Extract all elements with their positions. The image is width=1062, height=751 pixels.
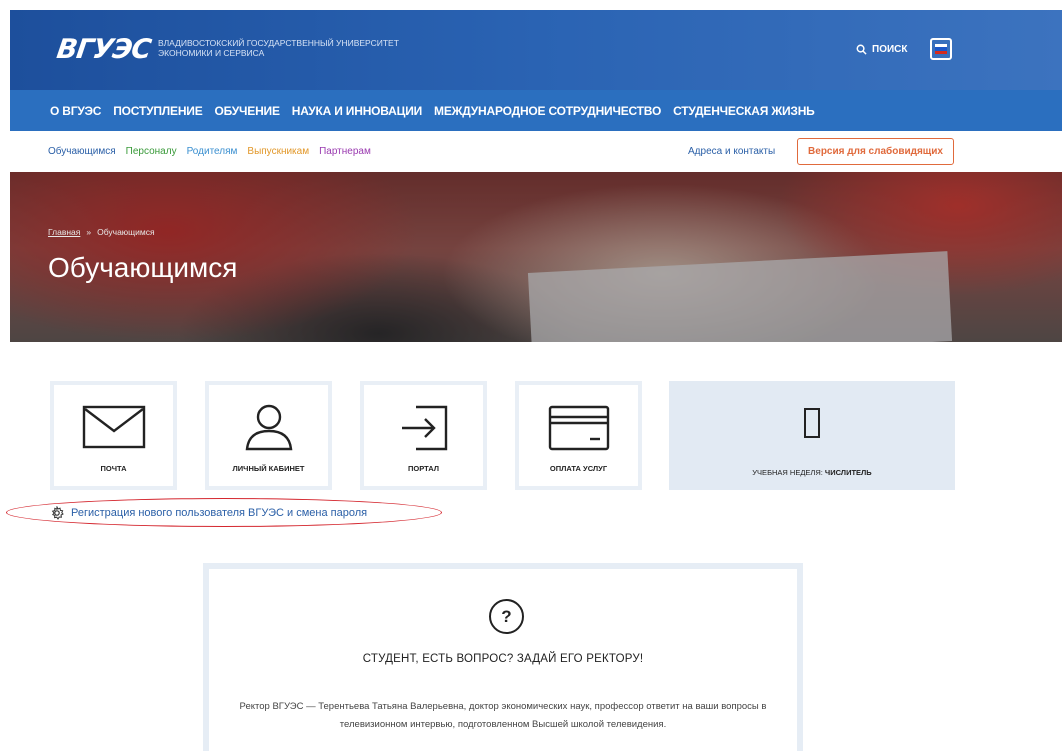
sub-link-partners[interactable]: Партнерам [319,146,371,157]
question-icon: ? [489,599,524,634]
tile-mail[interactable]: ПОЧТА [50,381,177,490]
study-week-panel: УЧЕБНАЯ НЕДЕЛЯ: ЧИСЛИТЕЛЬ [669,381,955,490]
nav-item-about[interactable]: О ВГУЭС [50,104,101,118]
tile-account-label: ЛИЧНЫЙ КАБИНЕТ [232,464,305,473]
tile-portal-label: ПОРТАЛ [407,464,439,473]
nav-item-education[interactable]: ОБУЧЕНИЕ [215,104,280,118]
registration-link-label: Регистрация нового пользователя ВГУЭС и … [71,507,368,519]
sub-link-parents[interactable]: Родителям [187,146,238,157]
low-vision-button[interactable]: Версия для слабовидящих [797,138,954,165]
login-icon [401,405,447,451]
week-indicator-icon [804,408,820,438]
main-nav: О ВГУЭС ПОСТУПЛЕНИЕ ОБУЧЕНИЕ НАУКА И ИНН… [10,90,1062,131]
logo[interactable]: ВГУЭС [55,34,153,65]
user-icon [245,404,292,451]
study-week-caption: УЧЕБНАЯ НЕДЕЛЯ: [752,468,823,477]
study-week-label: УЧЕБНАЯ НЕДЕЛЯ: ЧИСЛИТЕЛЬ [752,468,871,477]
university-name: ВЛАДИВОСТОКСКИЙ ГОСУДАРСТВЕННЫЙ УНИВЕРСИ… [158,38,399,58]
nav-item-student-life[interactable]: СТУДЕНЧЕСКАЯ ЖИЗНЬ [673,104,815,118]
mail-icon [82,405,145,449]
breadcrumb-home[interactable]: Главная [48,227,80,237]
tile-payment-label: ОПЛАТА УСЛУГ [549,464,608,473]
page-title: Обучающимся [48,252,238,283]
addresses-link[interactable]: Адреса и контакты [688,146,775,157]
breadcrumb: Главная » Обучающимся [48,227,155,237]
russian-flag-icon [935,44,947,54]
breadcrumb-separator: » [86,227,92,237]
gear-icon [51,506,64,520]
sub-link-students[interactable]: Обучающимся [48,146,116,157]
question-card: ? СТУДЕНТ, ЕСТЬ ВОПРОС? ЗАДАЙ ЕГО РЕКТОР… [203,563,803,751]
sub-link-graduates[interactable]: Выпускникам [247,146,309,157]
nav-item-science[interactable]: НАУКА И ИННОВАЦИИ [292,104,422,118]
sub-link-staff[interactable]: Персоналу [126,146,177,157]
card-icon [548,405,609,451]
tile-portal[interactable]: ПОРТАЛ [360,381,487,490]
tile-account[interactable]: ЛИЧНЫЙ КАБИНЕТ [205,381,332,490]
tile-payment[interactable]: ОПЛАТА УСЛУГ [515,381,642,490]
breadcrumb-current: Обучающимся [97,227,155,237]
search-label: ПОИСК [872,44,908,55]
tile-mail-label: ПОЧТА [100,464,127,473]
language-button[interactable] [930,38,952,60]
hero-banner: Главная » Обучающимся Обучающимся [10,172,1062,342]
nav-item-international[interactable]: МЕЖДУНАРОДНОЕ СОТРУДНИЧЕСТВО [434,104,661,118]
question-title: СТУДЕНТ, ЕСТЬ ВОПРОС? ЗАДАЙ ЕГО РЕКТОРУ! [362,653,644,665]
registration-link[interactable]: Регистрация нового пользователя ВГУЭС и … [50,506,367,520]
nav-item-admission[interactable]: ПОСТУПЛЕНИЕ [113,104,202,118]
search-icon [856,44,867,55]
question-text: Ректор ВГУЭС — Терентьева Татьяна Валерь… [239,701,767,730]
audience-nav: Обучающимся Персоналу Родителям Выпускни… [10,131,1062,172]
search-button[interactable]: ПОИСК [856,44,907,55]
header: ВГУЭС ВЛАДИВОСТОКСКИЙ ГОСУДАРСТВЕННЫЙ УН… [10,10,1062,90]
study-week-value: ЧИСЛИТЕЛЬ [824,468,872,477]
